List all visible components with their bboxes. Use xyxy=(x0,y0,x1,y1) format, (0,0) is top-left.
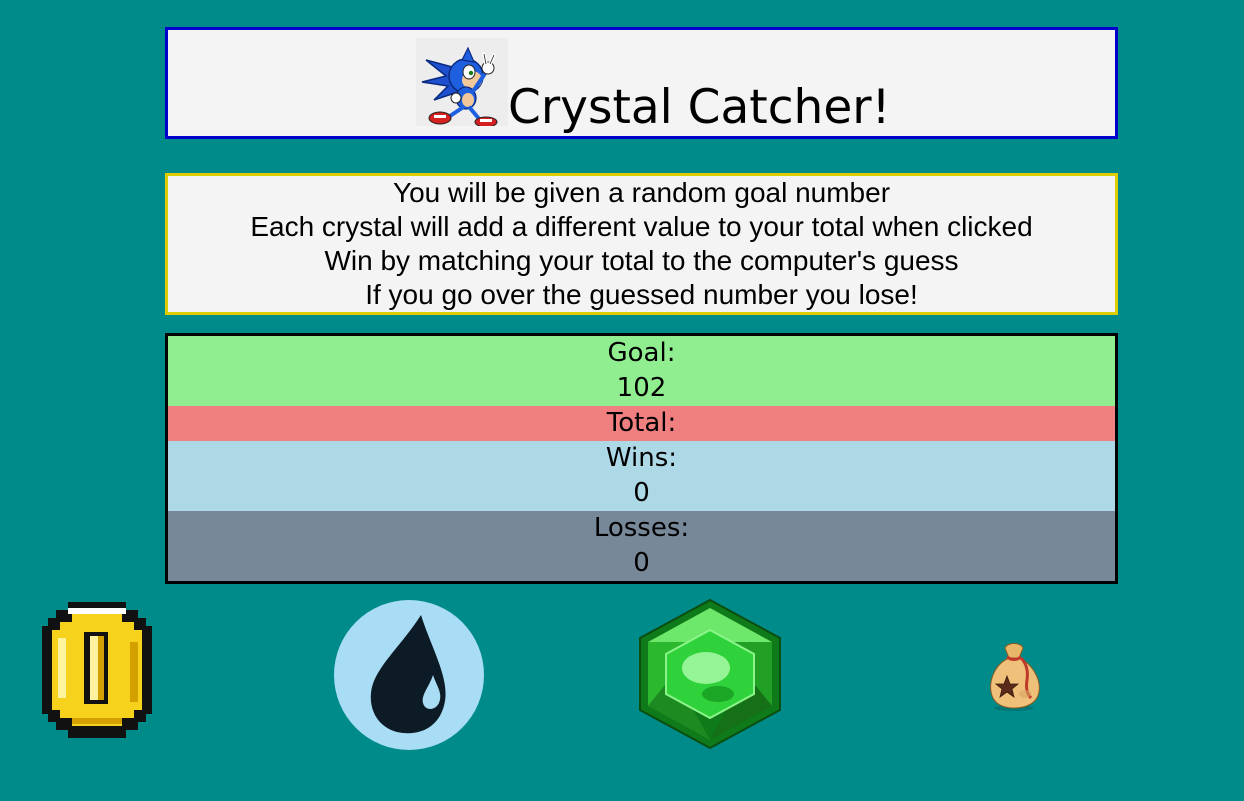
hedgehog-mascot-icon xyxy=(416,38,508,126)
instruction-line: Win by matching your total to the comput… xyxy=(324,245,959,276)
total-label: Total: xyxy=(606,408,677,438)
instructions-panel: You will be given a random goal number E… xyxy=(165,173,1118,315)
gold-coin-icon[interactable] xyxy=(38,598,156,742)
goal-label: Goal: xyxy=(607,338,676,368)
green-emerald-icon[interactable] xyxy=(634,598,787,751)
wins-row: Wins: 0 xyxy=(168,441,1115,511)
header-panel: Crystal Catcher! xyxy=(165,27,1118,139)
wins-label: Wins: xyxy=(605,443,678,473)
instruction-line: Each crystal will add a different value … xyxy=(250,211,1033,242)
wins-value: 0 xyxy=(633,478,650,508)
money-bag-icon[interactable] xyxy=(985,636,1043,712)
losses-value: 0 xyxy=(633,548,650,578)
losses-label: Losses: xyxy=(593,513,690,543)
instruction-line: You will be given a random goal number xyxy=(392,177,891,208)
losses-row: Losses: 0 xyxy=(168,511,1115,581)
instruction-line: If you go over the guessed number you lo… xyxy=(365,279,918,310)
goal-row: Goal: 102 xyxy=(168,336,1115,406)
page-title: Crystal Catcher! xyxy=(508,80,891,135)
total-row: Total: xyxy=(168,406,1115,441)
scoreboard: Goal: 102 Total: Wins: 0 Losses: 0 xyxy=(165,333,1118,584)
water-drop-icon[interactable] xyxy=(333,599,485,751)
goal-value: 102 xyxy=(616,373,667,403)
